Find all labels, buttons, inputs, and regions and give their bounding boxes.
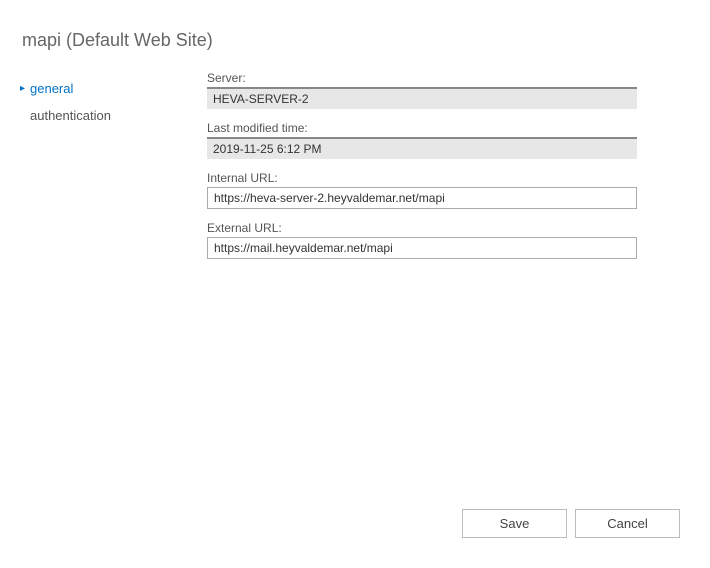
page-title: mapi (Default Web Site) [0,0,710,71]
last-modified-value: 2019-11-25 6:12 PM [207,137,637,159]
sidebar: ▸ general ▸ authentication [12,71,207,271]
main-panel: Server: HEVA-SERVER-2 Last modified time… [207,71,710,271]
sidebar-item-authentication[interactable]: ▸ authentication [12,102,207,129]
field-label-last-modified: Last modified time: [207,121,680,135]
sidebar-item-label: authentication [30,108,111,123]
button-bar: Save Cancel [462,509,680,538]
field-label-server: Server: [207,71,680,85]
field-group-last-modified: Last modified time: 2019-11-25 6:12 PM [207,121,680,159]
external-url-input[interactable] [207,237,637,259]
field-group-external-url: External URL: [207,221,680,259]
content-wrapper: ▸ general ▸ authentication Server: HEVA-… [0,71,710,271]
field-label-internal-url: Internal URL: [207,171,680,185]
sidebar-item-label: general [30,81,73,96]
sidebar-item-general[interactable]: ▸ general [12,75,207,102]
save-button[interactable]: Save [462,509,567,538]
server-value: HEVA-SERVER-2 [207,87,637,109]
field-label-external-url: External URL: [207,221,680,235]
field-group-server: Server: HEVA-SERVER-2 [207,71,680,109]
caret-right-icon: ▸ [20,83,30,94]
internal-url-input[interactable] [207,187,637,209]
cancel-button[interactable]: Cancel [575,509,680,538]
field-group-internal-url: Internal URL: [207,171,680,209]
